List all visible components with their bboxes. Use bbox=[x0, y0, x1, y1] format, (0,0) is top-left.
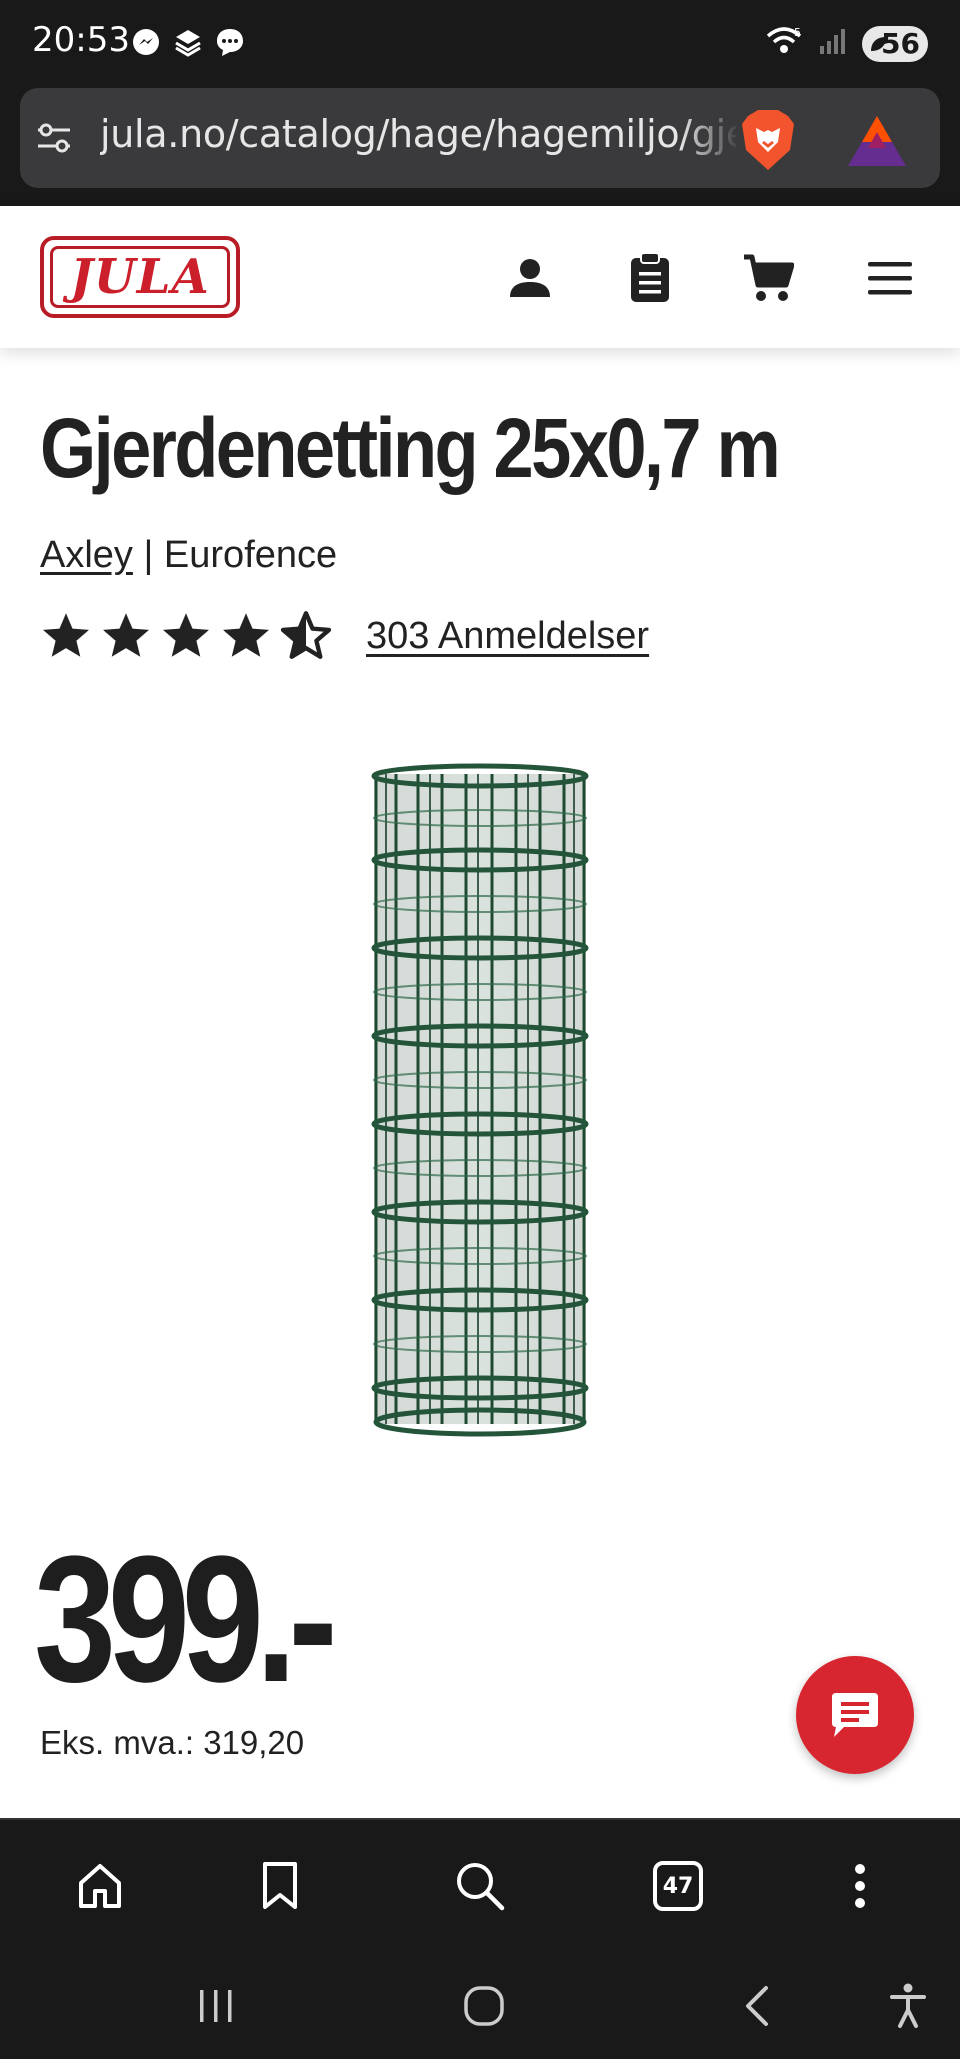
system-nav-bar bbox=[0, 1948, 960, 2059]
messenger-icon bbox=[130, 26, 162, 58]
cart-icon[interactable] bbox=[740, 250, 796, 306]
reviews-link[interactable]: 303 Anmeldelser bbox=[366, 615, 649, 658]
star-icon bbox=[103, 613, 149, 657]
product-price: 399.- bbox=[34, 1519, 338, 1720]
more-icon[interactable] bbox=[830, 1856, 890, 1916]
chat-button[interactable] bbox=[796, 1656, 914, 1774]
url-text[interactable]: jula.no/catalog/hage/hagemiljo/gjerdenet… bbox=[100, 112, 736, 162]
accessibility-icon[interactable] bbox=[880, 1978, 936, 2034]
recent-apps-icon[interactable] bbox=[188, 1978, 244, 2034]
star-rating bbox=[40, 610, 332, 662]
rating-row[interactable]: 303 Anmeldelser bbox=[40, 610, 649, 662]
signal-icon bbox=[818, 26, 848, 61]
status-bar: 20:53 5 56 bbox=[0, 0, 960, 86]
half-star-icon bbox=[280, 611, 332, 659]
menu-icon[interactable] bbox=[862, 250, 918, 306]
back-icon[interactable] bbox=[728, 1978, 784, 2034]
tab-count: 47 bbox=[653, 1861, 703, 1911]
search-icon[interactable] bbox=[450, 1856, 510, 1916]
home-button-icon[interactable] bbox=[456, 1978, 512, 2034]
site-header: JULA bbox=[0, 206, 960, 348]
logo-text: JULA bbox=[50, 246, 230, 308]
status-right: 5 56 bbox=[764, 24, 928, 63]
tabs-button[interactable]: 47 bbox=[648, 1856, 708, 1916]
wifi-icon: 5 bbox=[764, 24, 804, 63]
jula-logo[interactable]: JULA bbox=[40, 236, 240, 318]
chat-bubble-icon bbox=[214, 26, 246, 58]
account-icon[interactable] bbox=[502, 250, 558, 306]
chat-icon bbox=[832, 1693, 878, 1737]
brand-separator: | bbox=[132, 534, 164, 576]
brave-shields-icon[interactable] bbox=[738, 108, 798, 172]
browser-toolbar: 47 bbox=[0, 1818, 960, 1948]
star-icon bbox=[223, 613, 269, 657]
url-field[interactable]: jula.no/catalog/hage/hagemiljo/gjerdenet… bbox=[20, 88, 940, 188]
product-series: Eurofence bbox=[163, 534, 338, 576]
brand-line: Axley | Eurofence bbox=[40, 534, 337, 577]
url-fade bbox=[680, 102, 740, 174]
star-icon bbox=[163, 613, 209, 657]
battery-icon: 56 bbox=[862, 25, 928, 62]
svg-text:5: 5 bbox=[794, 26, 801, 39]
bookmark-icon[interactable] bbox=[250, 1856, 310, 1916]
shopping-list-icon[interactable] bbox=[622, 250, 678, 306]
home-icon[interactable] bbox=[70, 1856, 130, 1916]
price-ex-vat: Eks. mva.: 319,20 bbox=[40, 1724, 305, 1761]
product-image[interactable] bbox=[360, 760, 600, 1440]
layers-icon bbox=[172, 26, 204, 58]
star-icon bbox=[43, 613, 89, 657]
status-time: 20:53 bbox=[32, 20, 130, 60]
notification-icons bbox=[130, 26, 246, 58]
browser-address-bar: jula.no/catalog/hage/hagemiljo/gjerdenet… bbox=[0, 86, 960, 206]
product-title: Gjerdenetting 25x0,7 m bbox=[40, 401, 781, 495]
brand-link[interactable]: Axley bbox=[40, 534, 133, 576]
site-settings-icon[interactable] bbox=[34, 118, 74, 158]
brave-rewards-icon[interactable] bbox=[846, 114, 908, 168]
